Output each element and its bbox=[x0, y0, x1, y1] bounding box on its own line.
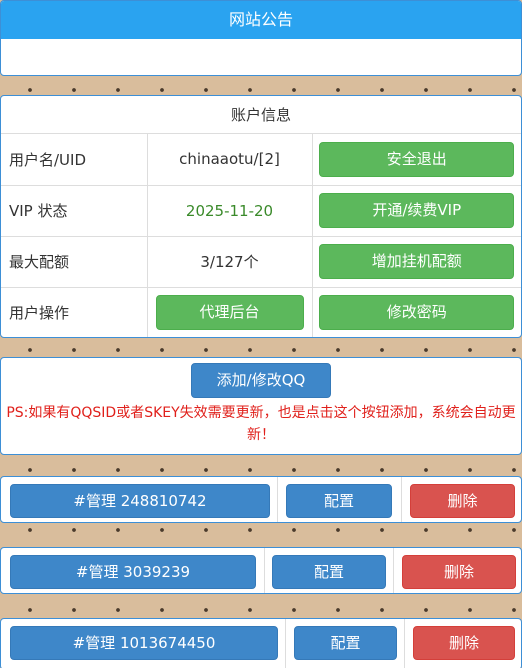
vip-button[interactable]: 开通/续费VIP bbox=[319, 193, 515, 228]
manage-cell: #管理 1013674450 bbox=[1, 619, 286, 668]
config-button[interactable]: 配置 bbox=[294, 626, 397, 660]
quota-value: 3/127个 bbox=[147, 235, 313, 287]
notice-panel: 网站公告 bbox=[0, 0, 522, 76]
delete-button[interactable]: 删除 bbox=[413, 626, 515, 660]
account-table: 用户名/UID chinaaotu/[2] 安全退出 VIP 状态 2025-1… bbox=[1, 134, 521, 337]
config-button[interactable]: 配置 bbox=[286, 484, 392, 518]
password-cell: 修改密码 bbox=[312, 286, 521, 337]
table-row: 用户操作 代理后台 修改密码 bbox=[1, 286, 521, 337]
quota-label: 最大配额 bbox=[1, 235, 148, 287]
qq-account-row: #管理 1013674450 配置 删除 bbox=[0, 618, 522, 668]
table-row: 用户名/UID chinaaotu/[2] 安全退出 bbox=[1, 134, 521, 185]
ps-note: PS:如果有QQSID或者SKEY失效需要更新，也是点击这个按钮添加，系统会自动… bbox=[6, 405, 516, 443]
notice-title: 网站公告 bbox=[1, 1, 521, 39]
table-row: 最大配额 3/127个 增加挂机配额 bbox=[1, 235, 521, 287]
table-row: VIP 状态 2025-11-20 开通/续费VIP bbox=[1, 184, 521, 236]
qq-panel: 添加/修改QQ PS:如果有QQSID或者SKEY失效需要更新，也是点击这个按钮… bbox=[0, 357, 522, 455]
delete-button[interactable]: 删除 bbox=[410, 484, 515, 518]
logout-cell: 安全退出 bbox=[312, 134, 521, 185]
account-panel: 账户信息 用户名/UID chinaaotu/[2] 安全退出 VIP 状态 2… bbox=[0, 95, 522, 338]
change-password-button[interactable]: 修改密码 bbox=[319, 295, 515, 331]
account-title: 账户信息 bbox=[1, 96, 521, 134]
agent-button[interactable]: 代理后台 bbox=[155, 295, 304, 331]
agent-cell: 代理后台 bbox=[147, 286, 313, 337]
manage-cell: #管理 3039239 bbox=[1, 548, 265, 593]
config-button[interactable]: 配置 bbox=[272, 555, 386, 589]
config-cell: 配置 bbox=[265, 548, 394, 593]
delete-cell: 删除 bbox=[402, 477, 521, 522]
manage-button[interactable]: #管理 1013674450 bbox=[10, 626, 278, 660]
add-qq-button[interactable]: 添加/修改QQ bbox=[191, 363, 331, 398]
config-cell: 配置 bbox=[278, 477, 402, 522]
config-cell: 配置 bbox=[286, 619, 405, 668]
quota-cell: 增加挂机配额 bbox=[312, 235, 521, 287]
delete-button[interactable]: 删除 bbox=[402, 555, 516, 589]
manage-cell: #管理 248810742 bbox=[1, 477, 278, 522]
vip-label: VIP 状态 bbox=[1, 184, 148, 236]
username-value: chinaaotu/[2] bbox=[147, 134, 313, 185]
username-label: 用户名/UID bbox=[1, 134, 148, 185]
vip-value: 2025-11-20 bbox=[147, 184, 313, 236]
qq-account-row: #管理 3039239 配置 删除 bbox=[0, 547, 522, 594]
delete-cell: 删除 bbox=[394, 548, 521, 593]
manage-button[interactable]: #管理 248810742 bbox=[10, 484, 270, 518]
logout-button[interactable]: 安全退出 bbox=[319, 141, 515, 177]
vip-cell: 开通/续费VIP bbox=[312, 184, 521, 236]
add-quota-button[interactable]: 增加挂机配额 bbox=[319, 244, 515, 279]
qq-account-row: #管理 248810742 配置 删除 bbox=[0, 476, 522, 523]
manage-button[interactable]: #管理 3039239 bbox=[10, 555, 256, 589]
ops-label: 用户操作 bbox=[1, 286, 148, 337]
delete-cell: 删除 bbox=[405, 619, 521, 668]
